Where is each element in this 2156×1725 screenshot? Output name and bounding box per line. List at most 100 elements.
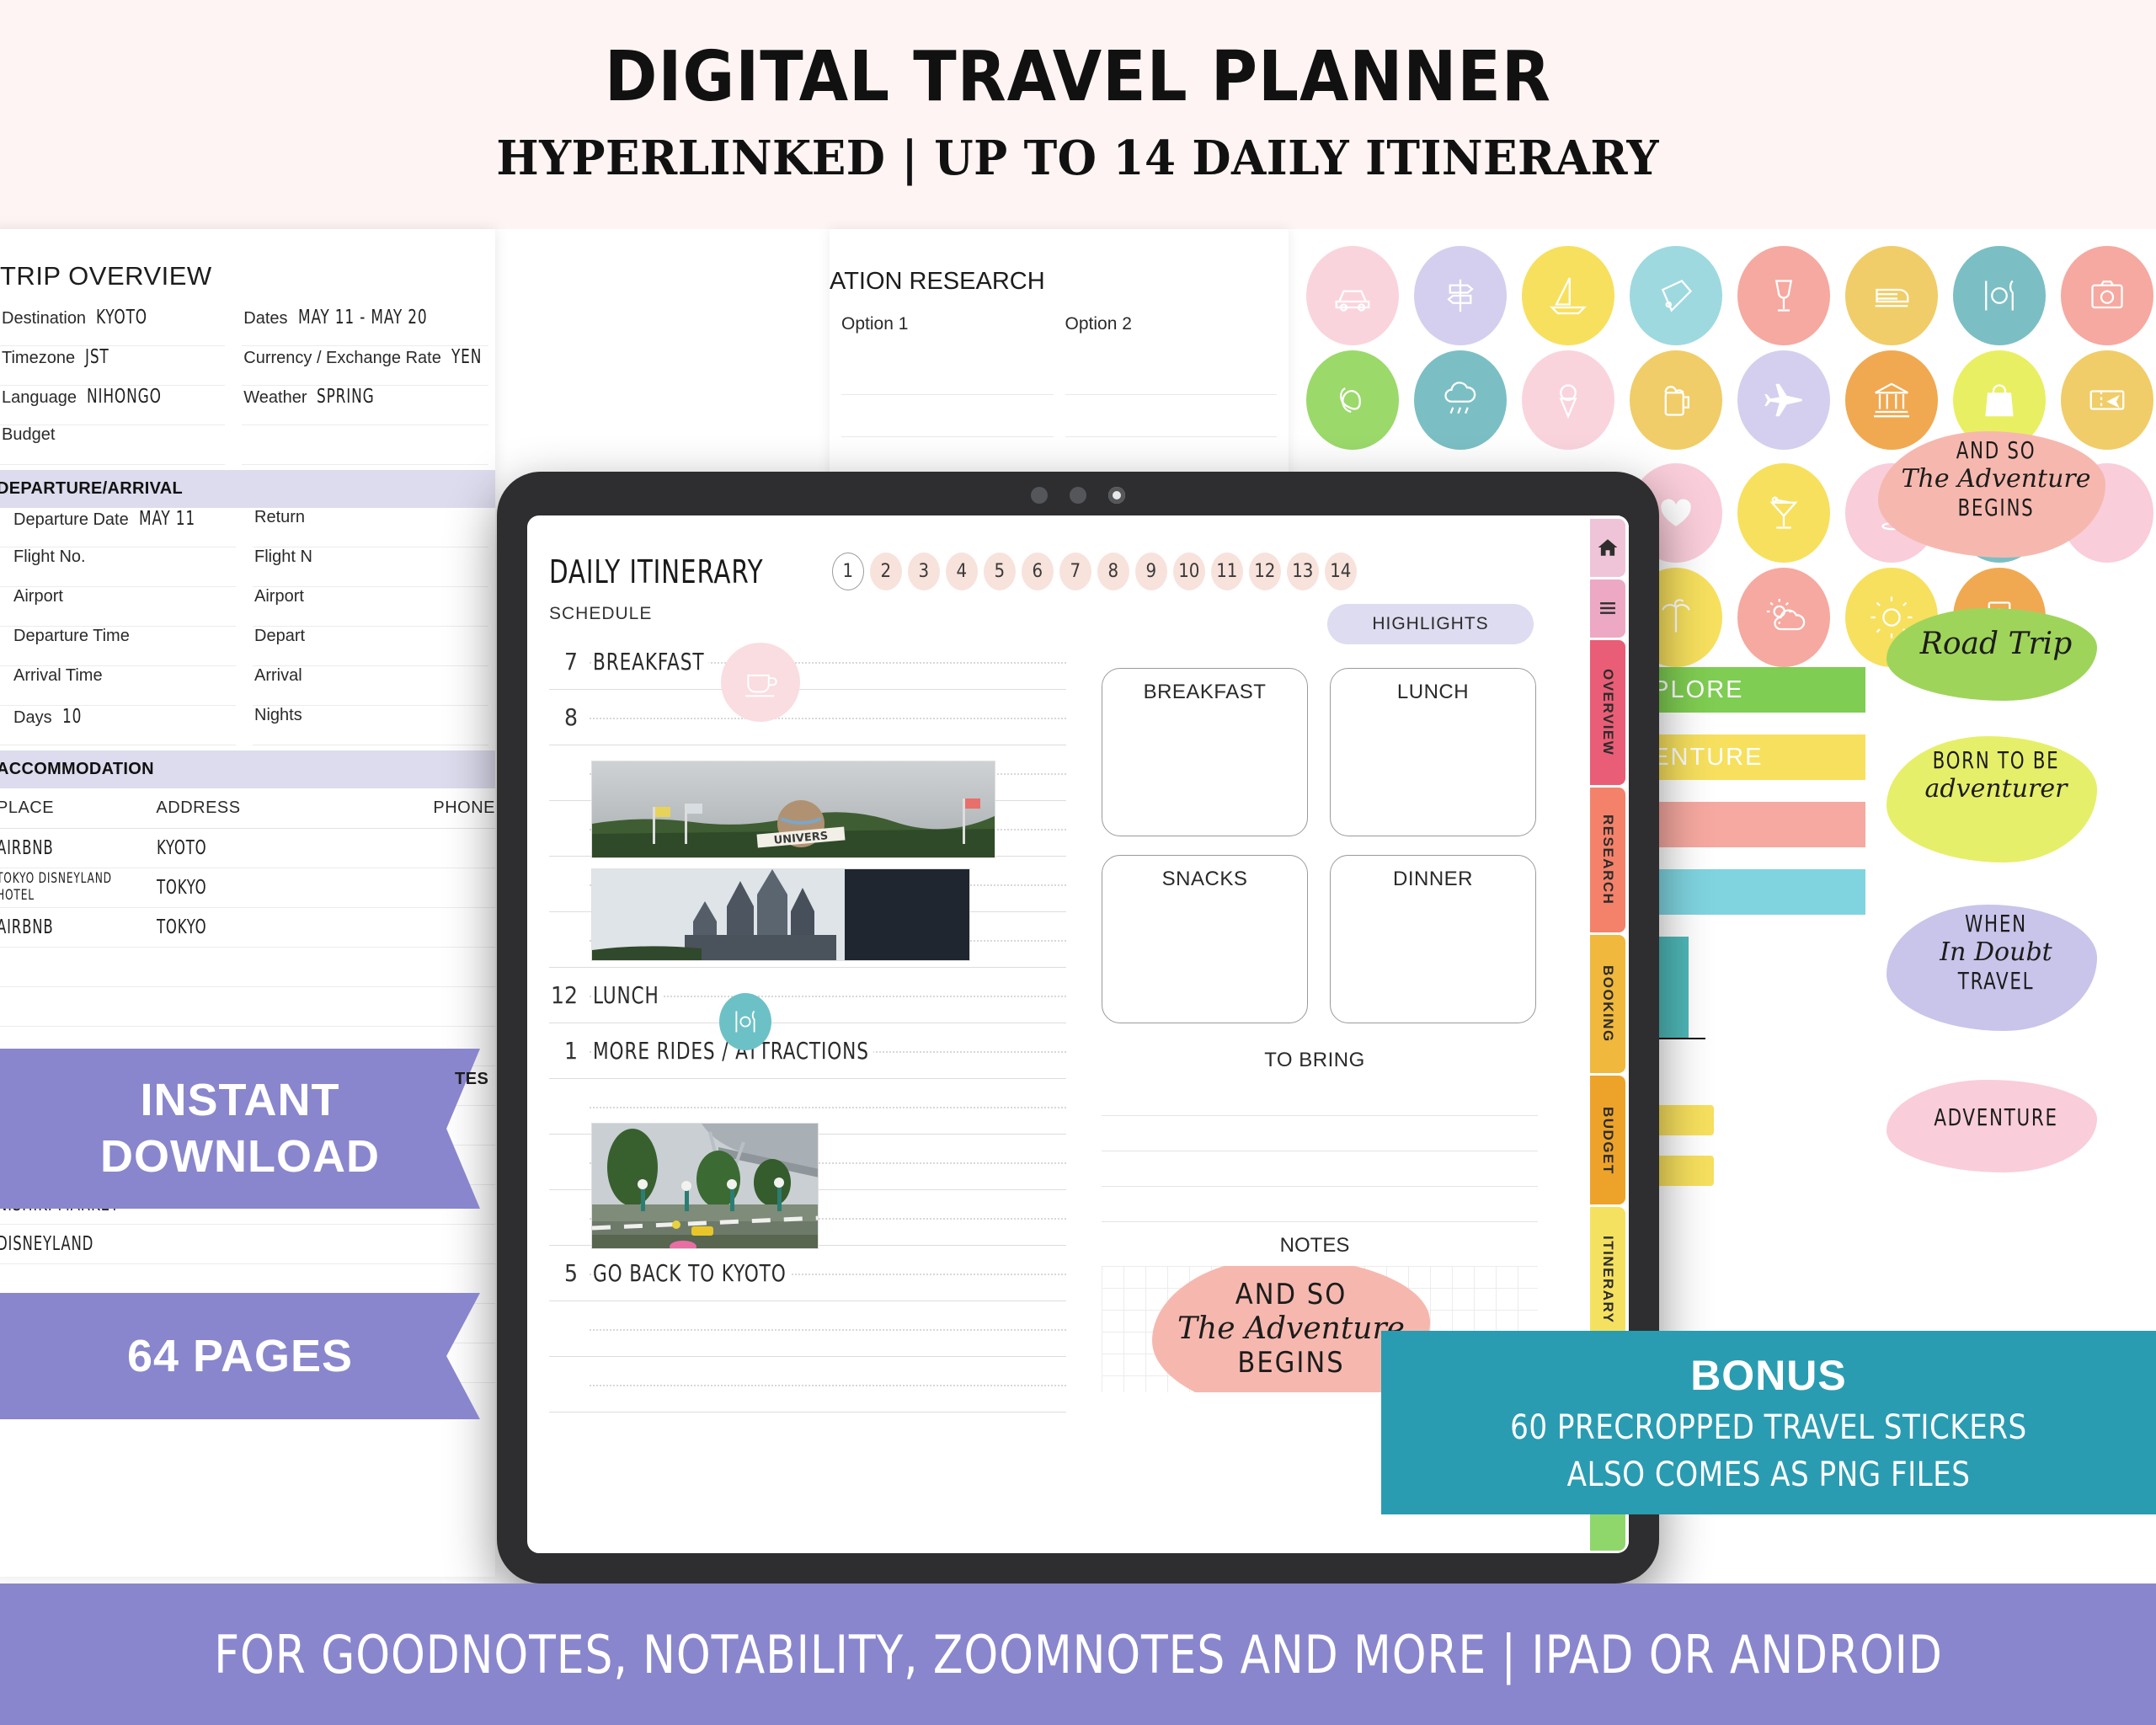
research-blank-line[interactable]: [1065, 353, 1277, 395]
quote-line-2: The Adventure: [1901, 464, 2091, 494]
photo-universal-studios[interactable]: UNIVERS: [591, 761, 995, 858]
cutlery-icon[interactable]: [1953, 246, 2046, 345]
day-tab-2[interactable]: 2: [869, 553, 902, 590]
field-airport[interactable]: Airport: [0, 587, 236, 627]
field-currency[interactable]: Currency / Exchange Rate YEN: [242, 346, 488, 386]
quote-sticker-born-to-be[interactable]: BORN TO BE adventurer: [1870, 726, 2122, 878]
meal-box-dinner[interactable]: DINNER: [1330, 855, 1536, 1023]
field-label: Arrival: [254, 666, 302, 685]
blank-line[interactable]: [1102, 1116, 1538, 1151]
schedule-text: LUNCH: [593, 981, 664, 1009]
research-blank-line[interactable]: [1065, 395, 1277, 437]
schedule-row[interactable]: 8: [549, 690, 1066, 745]
day-tab-1[interactable]: 1: [831, 553, 864, 590]
meal-box-breakfast[interactable]: BREAKFAST: [1102, 668, 1308, 836]
camera-icon[interactable]: [2061, 246, 2153, 345]
schedule-row[interactable]: 12 LUNCH: [549, 968, 1066, 1023]
field-flight-no[interactable]: Flight No.: [0, 547, 236, 587]
field-budget[interactable]: Budget: [0, 425, 226, 465]
research-blank-line[interactable]: [841, 353, 1054, 395]
rain-cloud-icon[interactable]: [1414, 350, 1507, 450]
sun-cloud-icon[interactable]: [1737, 568, 1830, 667]
column-header-place: PLACE: [0, 798, 55, 817]
day-tab-6[interactable]: 6: [1021, 553, 1054, 590]
schedule-hour: 12: [550, 981, 578, 1009]
schedule-row[interactable]: 7 BREAKFAST: [549, 634, 1066, 690]
sticker-dot-grid: [1289, 229, 2156, 450]
day-tab-7[interactable]: 7: [1059, 553, 1091, 590]
day-tab-14[interactable]: 14: [1324, 553, 1357, 590]
day-tab-12[interactable]: 12: [1248, 553, 1281, 590]
field-airport-return[interactable]: Airport: [253, 587, 488, 627]
quote-sticker-when-in-doubt[interactable]: WHEN In Doubt TRAVEL: [1870, 895, 2122, 1046]
blank-line[interactable]: [1102, 1187, 1538, 1222]
field-departure-date[interactable]: Departure Date MAY 11: [0, 508, 236, 547]
field-flight-no-return[interactable]: Flight N: [253, 547, 488, 587]
day-tab-3[interactable]: 3: [907, 553, 940, 590]
schedule-row[interactable]: 5 GO BACK TO KYOTO: [549, 1246, 1066, 1301]
field-timezone[interactable]: Timezone JST: [0, 346, 226, 386]
day-tab-13[interactable]: 13: [1286, 553, 1319, 590]
sidebar-item-budget[interactable]: BUDGET: [1590, 1076, 1625, 1205]
field-dates[interactable]: Dates MAY 11 - MAY 20: [242, 307, 488, 346]
coffee-cup-icon[interactable]: [721, 643, 800, 722]
field-arrival-time[interactable]: Arrival Time: [0, 666, 236, 706]
quote-sticker-adventure[interactable]: ADVENTURE: [1870, 1071, 2122, 1172]
table-row[interactable]: AIRBNB KYOTO: [0, 829, 495, 868]
field-depart-return[interactable]: Depart: [253, 627, 488, 666]
day-tab-4[interactable]: 4: [945, 553, 978, 590]
field-arrival-return[interactable]: Arrival: [253, 666, 488, 706]
field-days[interactable]: Days 10: [0, 706, 236, 745]
ticket-icon[interactable]: [1630, 246, 1722, 345]
research-blank-line[interactable]: [841, 395, 1054, 437]
sidebar-item-booking[interactable]: BOOKING: [1590, 934, 1625, 1074]
day-tab-11[interactable]: 11: [1210, 553, 1243, 590]
meal-box-snacks[interactable]: SNACKS: [1102, 855, 1308, 1023]
table-row[interactable]: TOKYO DISNEYLAND HOTEL TOKYO: [0, 868, 495, 908]
field-blank[interactable]: [242, 425, 488, 465]
schedule-row[interactable]: 1 MORE RIDES / ATTRACTIONS: [549, 1023, 1066, 1079]
schedule-row[interactable]: [549, 1301, 1066, 1357]
sailboat-icon[interactable]: [1522, 246, 1614, 345]
quote-sticker-adventure-begins[interactable]: AND SO The Adventure BEGINS: [1870, 423, 2122, 574]
signpost-icon[interactable]: [1414, 246, 1507, 345]
meal-box-lunch[interactable]: LUNCH: [1330, 668, 1536, 836]
car-icon[interactable]: [1306, 246, 1399, 345]
field-language[interactable]: Language NIHONGO: [0, 386, 226, 425]
photo-harry-potter-castle[interactable]: [591, 868, 970, 961]
photo-theme-park-road[interactable]: [591, 1123, 819, 1249]
sidebar-item-research[interactable]: RESEARCH: [1590, 787, 1625, 932]
table-row-empty[interactable]: [0, 948, 495, 987]
table-row[interactable]: DISNEYLAND: [0, 1225, 495, 1264]
pretzel-icon[interactable]: [1306, 350, 1399, 450]
airplane-icon[interactable]: [1737, 350, 1830, 450]
blank-line[interactable]: [1102, 1081, 1538, 1116]
table-row[interactable]: AIRBNB TOKYO: [0, 908, 495, 948]
menu-icon[interactable]: [1590, 579, 1625, 638]
schedule-row[interactable]: [549, 1357, 1066, 1413]
field-departure-time[interactable]: Departure Time: [0, 627, 236, 666]
highlights-pill[interactable]: HIGHLIGHTS: [1327, 604, 1534, 644]
field-destination[interactable]: Destination KYOTO: [0, 307, 226, 346]
cutlery-icon[interactable]: [719, 993, 771, 1050]
field-return[interactable]: Return: [253, 508, 488, 547]
day-tab-5[interactable]: 5: [983, 553, 1016, 590]
day-tab-8[interactable]: 8: [1097, 553, 1129, 590]
table-row-empty[interactable]: [0, 987, 495, 1027]
cell-address: TOKYO: [157, 916, 207, 938]
field-nights[interactable]: Nights: [253, 706, 488, 745]
train-icon[interactable]: [1845, 246, 1938, 345]
home-icon[interactable]: [1590, 519, 1625, 577]
field-weather[interactable]: Weather SPRING: [242, 386, 488, 425]
blank-line[interactable]: [1102, 1151, 1538, 1187]
wine-glass-icon[interactable]: [1737, 246, 1830, 345]
ice-cream-icon[interactable]: [1522, 350, 1614, 450]
field-label: Timezone: [2, 349, 76, 367]
cocktail-icon[interactable]: [1737, 463, 1830, 563]
day-tab-9[interactable]: 9: [1134, 553, 1167, 590]
sidebar-item-overview[interactable]: OVERVIEW: [1590, 639, 1625, 785]
day-tab-10[interactable]: 10: [1172, 553, 1205, 590]
quote-sticker-road-trip[interactable]: Road Trip: [1870, 591, 2122, 709]
tablet-camera-row: [497, 483, 1659, 507]
beer-mug-icon[interactable]: [1630, 350, 1722, 450]
